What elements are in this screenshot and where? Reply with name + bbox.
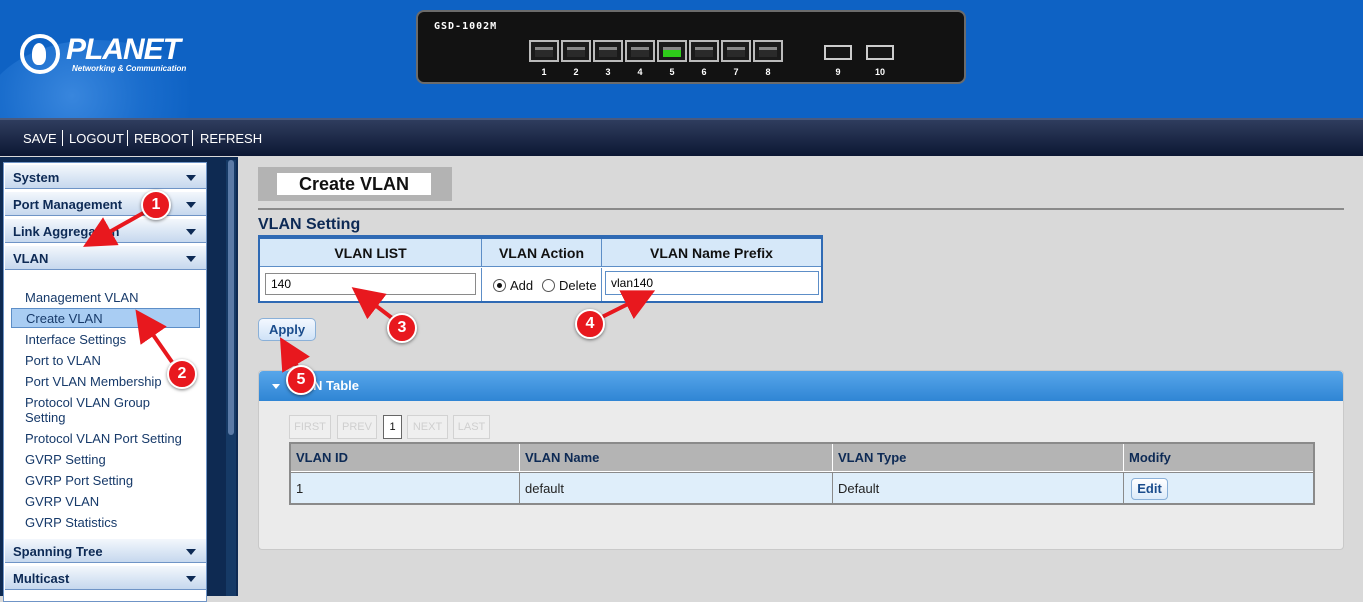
annotation-badge-2: 2: [167, 359, 197, 389]
annotation-badge-5: 5: [286, 365, 316, 395]
annotation-badge-4: 4: [575, 309, 605, 339]
arrow-1-icon: [83, 210, 146, 247]
arrow-3-icon: [351, 287, 394, 320]
annotation-arrows: [83, 210, 656, 373]
annotation-badge-3: 3: [387, 313, 417, 343]
arrow-5-icon: [279, 337, 310, 373]
arrow-2-icon: [135, 309, 174, 364]
annotation-badge-1: 1: [141, 190, 171, 220]
arrow-4-icon: [599, 290, 656, 320]
